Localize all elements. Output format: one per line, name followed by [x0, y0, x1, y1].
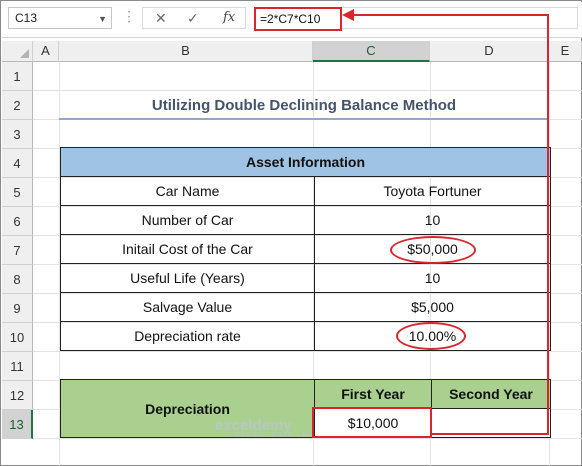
asset-label-cell[interactable]: Initail Cost of the Car	[60, 234, 315, 264]
row-header-2[interactable]: 2	[2, 91, 33, 120]
table-row: Depreciation rate 10.00%	[60, 321, 551, 351]
asset-value-cell[interactable]: Toyota Fortuner	[314, 176, 551, 206]
row-header-1[interactable]: 1	[2, 62, 33, 91]
formula-bar-buttons: ✕ ✓ fx	[142, 7, 246, 29]
asset-value-cell[interactable]: 10	[314, 263, 551, 293]
column-header-c[interactable]: C	[313, 41, 430, 62]
arrow-line	[547, 14, 549, 435]
insert-function-icon[interactable]: fx	[223, 10, 235, 25]
formula-input[interactable]: =2*C7*C10	[254, 7, 342, 31]
table-row: Car Name Toyota Fortuner	[60, 176, 551, 206]
row-header-7[interactable]: 7	[2, 236, 33, 265]
row-header-4[interactable]: 4	[2, 149, 33, 178]
spreadsheet-window: C13 ▼ ⋮ ✕ ✓ fx =2*C7*C10 A B C D E 1 2 3…	[0, 0, 582, 466]
row-header-9[interactable]: 9	[2, 294, 33, 323]
watermark-tagline: EXCEL · DATA · BI	[235, 432, 311, 439]
arrow-head-icon	[342, 9, 354, 21]
arrow-line	[353, 14, 549, 16]
asset-value-cell[interactable]: $5,000	[314, 292, 551, 322]
check-icon[interactable]: ✓	[187, 10, 199, 27]
row-header-10[interactable]: 10	[2, 323, 33, 352]
select-all-button[interactable]	[2, 41, 33, 62]
asset-label-cell[interactable]: Useful Life (Years)	[60, 263, 315, 293]
row-header-3[interactable]: 3	[2, 120, 33, 149]
asset-information-table: Asset Information Car Name Toyota Fortun…	[60, 147, 551, 351]
name-box[interactable]: C13 ▼	[8, 7, 112, 29]
row-header-13[interactable]: 13	[2, 410, 33, 439]
column-header-a[interactable]: A	[33, 41, 59, 62]
column-header-e[interactable]: E	[549, 41, 582, 62]
asset-label-cell[interactable]: Salvage Value	[60, 292, 315, 322]
asset-label-cell[interactable]: Number of Car	[60, 205, 315, 235]
arrow-line	[432, 433, 548, 435]
sheet-title: Utilizing Double Declining Balance Metho…	[59, 91, 549, 120]
row-header-11[interactable]: 11	[2, 352, 33, 381]
name-box-value: C13	[15, 11, 38, 25]
first-year-header[interactable]: First Year	[314, 379, 432, 409]
selected-cell-highlight	[312, 407, 432, 438]
formula-bar: C13 ▼ ⋮ ✕ ✓ fx =2*C7*C10	[2, 2, 582, 38]
row-header-5[interactable]: 5	[2, 178, 33, 207]
row-header-12[interactable]: 12	[2, 381, 33, 410]
asset-label-cell[interactable]: Depreciation rate	[60, 321, 315, 351]
row-header-8[interactable]: 8	[2, 265, 33, 294]
drag-handle-icon[interactable]: ⋮	[122, 8, 136, 25]
chevron-down-icon[interactable]: ▼	[98, 14, 107, 24]
row-header-6[interactable]: 6	[2, 207, 33, 236]
table-row: Number of Car 10	[60, 205, 551, 235]
formula-input-area[interactable]	[342, 7, 578, 29]
asset-label-cell[interactable]: Car Name	[60, 176, 315, 206]
asset-value-cell[interactable]: 10	[314, 205, 551, 235]
column-header-d[interactable]: D	[430, 41, 549, 62]
watermark-logo: exceldemy EXCEL · DATA · BI	[215, 417, 311, 439]
table-row: Initail Cost of the Car $50,000	[60, 234, 551, 264]
column-header-b[interactable]: B	[59, 41, 313, 62]
highlight-oval-depreciation-rate	[396, 322, 466, 350]
second-year-header[interactable]: Second Year	[431, 379, 551, 409]
close-icon[interactable]: ✕	[155, 10, 167, 27]
highlight-oval-initial-cost	[390, 236, 476, 264]
asset-table-header[interactable]: Asset Information	[60, 147, 551, 177]
table-row: Useful Life (Years) 10	[60, 263, 551, 293]
table-row: Salvage Value $5,000	[60, 292, 551, 322]
